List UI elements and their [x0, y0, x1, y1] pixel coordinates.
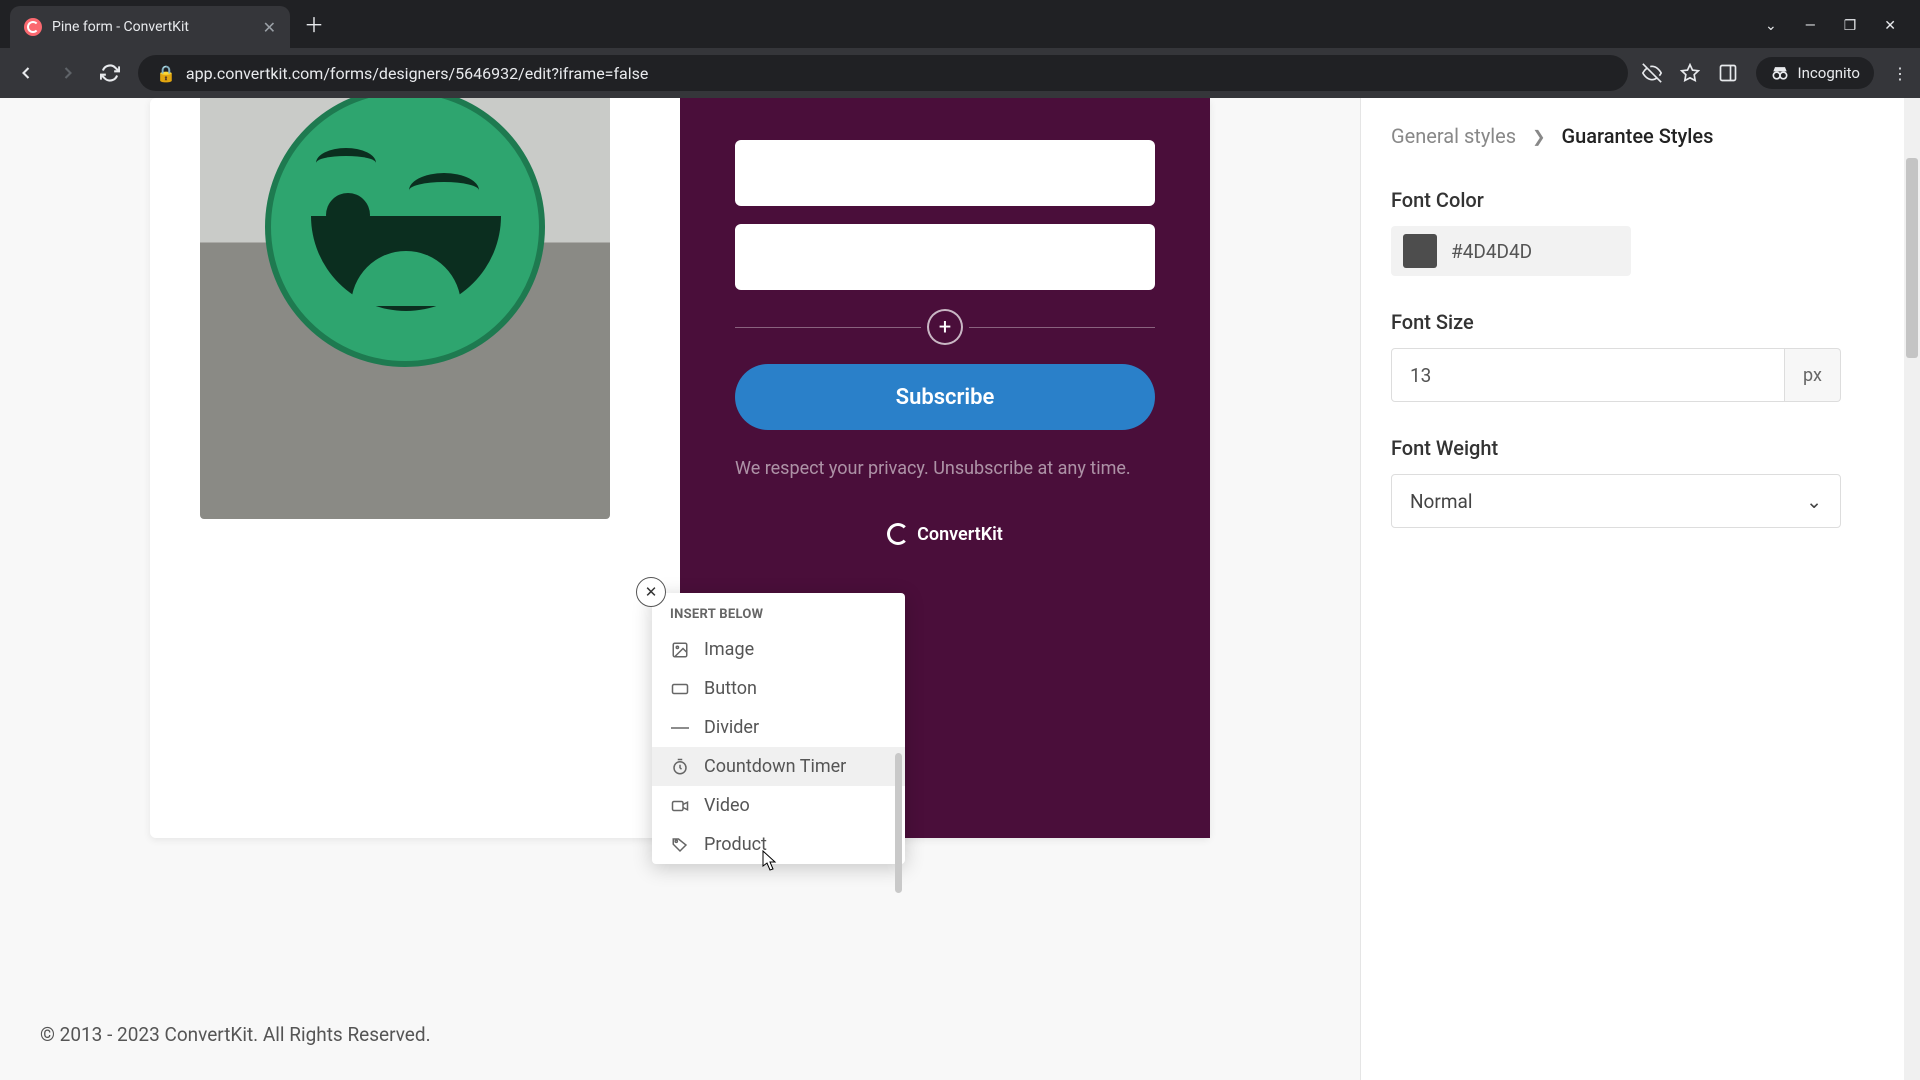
convertkit-brand-label: ConvertKit [917, 524, 1003, 545]
chevron-down-icon: ⌄ [1806, 490, 1822, 513]
form-image[interactable] [200, 98, 610, 519]
font-weight-select[interactable]: Normal ⌄ [1391, 474, 1841, 528]
font-size-row: px [1391, 348, 1841, 402]
font-weight-label: Font Weight [1391, 436, 1876, 460]
video-icon [670, 796, 690, 816]
insert-image-item[interactable]: Image [652, 630, 905, 669]
insert-item-label: Video [704, 795, 750, 816]
insert-item-label: Countdown Timer [704, 756, 846, 777]
star-icon[interactable] [1680, 63, 1700, 83]
privacy-text[interactable]: We respect your privacy. Unsubscribe at … [735, 456, 1155, 481]
url-text: app.convertkit.com/forms/designers/56469… [186, 64, 648, 83]
address-bar: 🔒 app.convertkit.com/forms/designers/564… [0, 48, 1920, 98]
insert-button-item[interactable]: Button [652, 669, 905, 708]
image-icon [670, 640, 690, 660]
color-swatch[interactable] [1403, 234, 1437, 268]
insert-countdown-item[interactable]: Countdown Timer [652, 747, 905, 786]
window-controls: ⌄ ― ❐ ✕ [1741, 18, 1920, 48]
font-color-label: Font Color [1391, 188, 1876, 212]
close-tab-icon[interactable]: ✕ [263, 18, 276, 37]
new-tab-button[interactable]: ＋ [304, 9, 324, 38]
insert-divider-item[interactable]: Divider [652, 708, 905, 747]
insert-divider: + [735, 312, 1155, 342]
font-color-picker[interactable]: #4D4D4D [1391, 226, 1631, 276]
form-email-input[interactable] [735, 224, 1155, 290]
footer-text: © 2013 - 2023 ConvertKit. All Rights Res… [40, 1023, 431, 1046]
product-icon [670, 835, 690, 855]
color-hex-value: #4D4D4D [1451, 240, 1532, 263]
lock-icon: 🔒 [156, 64, 176, 83]
font-size-input[interactable] [1391, 348, 1785, 402]
insert-video-item[interactable]: Video [652, 786, 905, 825]
insert-item-label: Divider [704, 717, 759, 738]
incognito-badge[interactable]: Incognito [1756, 57, 1874, 89]
url-input[interactable]: 🔒 app.convertkit.com/forms/designers/564… [138, 55, 1628, 91]
close-window-icon[interactable]: ✕ [1884, 18, 1896, 34]
panel-icon[interactable] [1718, 63, 1738, 83]
incognito-label: Incognito [1798, 64, 1860, 82]
chevron-right-icon: ❯ [1532, 127, 1545, 146]
font-weight-value: Normal [1410, 490, 1472, 513]
form-name-input[interactable] [735, 140, 1155, 206]
insert-menu-heading: INSERT BELOW [652, 593, 905, 630]
maximize-icon[interactable]: ❐ [1844, 18, 1857, 34]
incognito-icon [1770, 63, 1790, 83]
page-content: email. + Subscribe We respect your priva… [0, 98, 1920, 1080]
timer-icon [670, 757, 690, 777]
eye-off-icon[interactable] [1642, 63, 1662, 83]
divider-icon [670, 718, 690, 738]
smiley-face-icon [265, 98, 545, 367]
chevron-down-icon[interactable]: ⌄ [1765, 18, 1777, 34]
breadcrumb-parent[interactable]: General styles [1391, 124, 1516, 148]
page-scrollbar-track[interactable] [1904, 98, 1920, 1080]
insert-item-label: Button [704, 678, 757, 699]
close-menu-button[interactable]: ✕ [636, 577, 666, 607]
insert-product-item[interactable]: Product [652, 825, 905, 864]
browser-tab-strip: Pine form - ConvertKit ✕ ＋ ⌄ ― ❐ ✕ [0, 0, 1920, 48]
insert-element-menu: ✕ INSERT BELOW Image Button Divider Coun… [652, 593, 905, 864]
form-canvas: email. + Subscribe We respect your priva… [0, 98, 1360, 1080]
kebab-menu-icon[interactable]: ⋮ [1892, 64, 1908, 83]
tab-title: Pine form - ConvertKit [52, 19, 253, 35]
font-size-unit: px [1785, 348, 1841, 402]
button-icon [670, 679, 690, 699]
page-scrollbar-thumb[interactable] [1906, 158, 1918, 358]
breadcrumb-current: Guarantee Styles [1562, 124, 1714, 148]
breadcrumb: General styles ❯ Guarantee Styles [1391, 124, 1876, 148]
reload-button[interactable] [96, 59, 124, 87]
minimize-icon[interactable]: ― [1805, 18, 1816, 34]
back-button[interactable] [12, 59, 40, 87]
font-size-label: Font Size [1391, 310, 1876, 334]
insert-item-label: Image [704, 639, 754, 660]
convertkit-badge[interactable]: ConvertKit [735, 523, 1155, 545]
convertkit-logo-icon [887, 523, 909, 545]
forward-button[interactable] [54, 59, 82, 87]
insert-item-label: Product [704, 834, 767, 855]
browser-tab[interactable]: Pine form - ConvertKit ✕ [10, 6, 290, 48]
style-sidebar: General styles ❯ Guarantee Styles Font C… [1360, 98, 1906, 1080]
form-left-pane: email. [150, 98, 680, 838]
insert-element-button[interactable]: + [927, 309, 963, 345]
menu-scrollbar[interactable] [895, 753, 902, 893]
subscribe-button[interactable]: Subscribe [735, 364, 1155, 430]
favicon-icon [24, 18, 42, 36]
